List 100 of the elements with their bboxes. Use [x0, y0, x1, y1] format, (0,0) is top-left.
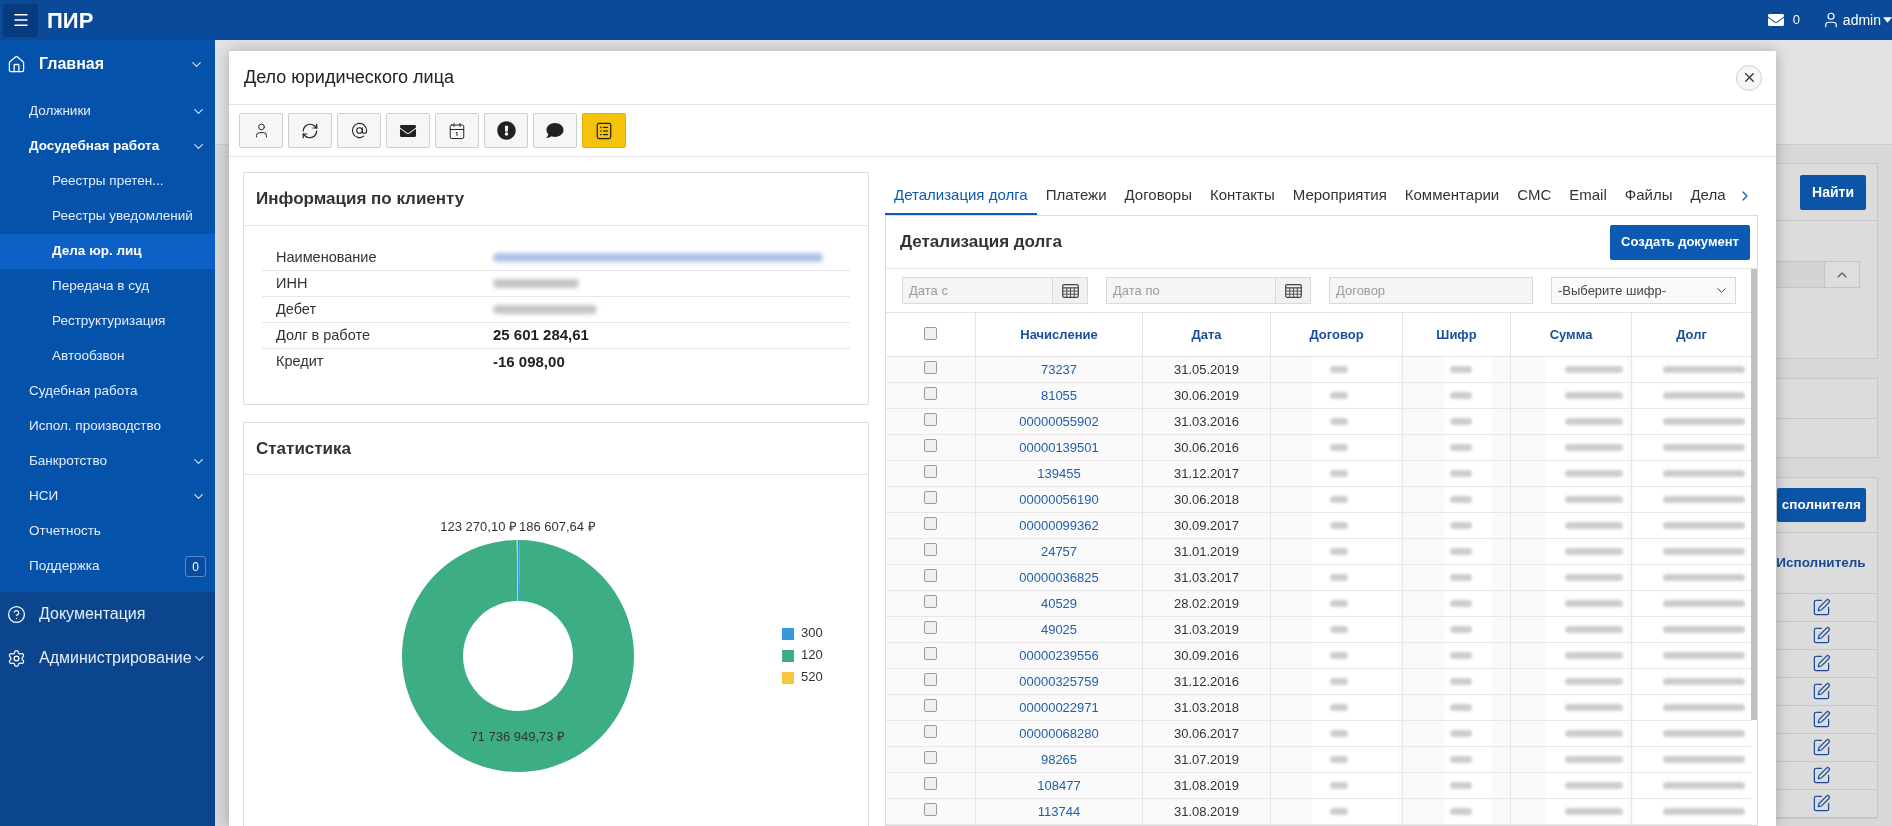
accrual-link[interactable]: 00000056190 [1019, 489, 1099, 510]
accrual-link[interactable]: 113744 [1037, 801, 1081, 822]
checkbox[interactable] [924, 439, 937, 452]
accrual-link[interactable]: 139455 [1037, 463, 1081, 484]
menu-button[interactable] [3, 3, 38, 37]
sidebar-item[interactable]: Должники [0, 94, 215, 129]
tab[interactable]: Мероприятия [1283, 177, 1396, 215]
column-header[interactable]: Договор [1309, 324, 1364, 345]
date-field[interactable]: Дата с [902, 277, 1053, 304]
create-document-button[interactable]: Создать документ [1610, 224, 1750, 260]
checkbox[interactable] [924, 491, 937, 504]
accrual-link[interactable]: 24757 [1040, 541, 1078, 562]
sidebar-item[interactable]: Реструктуризация [0, 304, 215, 339]
accrual-link[interactable]: 00000022971 [1019, 697, 1099, 718]
column-header[interactable]: Долг [1676, 324, 1707, 345]
edit-icon[interactable] [1811, 654, 1831, 673]
sidebar-item[interactable]: Администрирование [0, 636, 215, 680]
user-menu[interactable]: admin [1821, 9, 1892, 31]
column-header[interactable]: Дата [1191, 324, 1222, 345]
toolbar-button[interactable] [484, 113, 528, 148]
calendar-button[interactable] [1053, 277, 1088, 304]
edit-icon[interactable] [1811, 710, 1831, 729]
accrual-link[interactable]: 49025 [1040, 619, 1078, 640]
accrual-link[interactable]: 108477 [1037, 775, 1081, 796]
sidebar-item[interactable]: Банкротство [0, 444, 215, 479]
sidebar-item[interactable]: Главная [0, 40, 215, 88]
checkbox[interactable] [924, 699, 937, 712]
tab[interactable]: Платежи [1036, 177, 1116, 215]
column-header[interactable]: Начисление [1020, 324, 1098, 345]
checkbox[interactable] [924, 803, 937, 816]
sidebar-item[interactable]: Документация [0, 592, 215, 636]
sidebar-item[interactable]: Досудебная работа [0, 129, 215, 164]
tab[interactable]: Договоры [1115, 177, 1201, 215]
date-field[interactable]: Дата по [1106, 277, 1276, 304]
sidebar-item[interactable]: Дела юр. лиц [0, 234, 215, 269]
calendar-button[interactable] [1276, 277, 1311, 304]
edit-icon[interactable] [1811, 766, 1831, 785]
tab[interactable]: Email [1560, 177, 1616, 215]
accrual-link[interactable]: 73237 [1040, 359, 1078, 380]
close-button[interactable] [1736, 64, 1762, 91]
mail-icon[interactable] [1765, 12, 1786, 28]
accrual-link[interactable]: 00000139501 [1019, 437, 1099, 458]
collapse-button[interactable] [1825, 261, 1860, 288]
checkbox[interactable] [924, 751, 937, 764]
column-header[interactable]: Шифр [1436, 324, 1477, 345]
checkbox[interactable] [924, 673, 937, 686]
toolbar-button[interactable] [386, 113, 430, 148]
accrual-link[interactable]: 00000325759 [1019, 671, 1099, 692]
column-header[interactable]: Сумма [1549, 324, 1593, 345]
checkbox[interactable] [924, 465, 937, 478]
checkbox[interactable] [924, 517, 937, 530]
tab[interactable]: Дела [1681, 177, 1735, 215]
text-field[interactable]: Договор [1329, 277, 1533, 304]
accrual-link[interactable]: 00000239556 [1019, 645, 1099, 666]
dialog-title: Дело юридического лица [244, 66, 454, 89]
checkbox[interactable] [924, 361, 937, 374]
edit-icon[interactable] [1811, 598, 1831, 617]
tab[interactable]: Контакты [1200, 177, 1284, 215]
sidebar-item[interactable]: Автообзвон [0, 339, 215, 374]
edit-icon[interactable] [1811, 626, 1831, 645]
sidebar-item[interactable]: Реестры уведомлений [0, 199, 215, 234]
accrual-link[interactable]: 81055 [1040, 385, 1078, 406]
sidebar-item[interactable]: Реестры претен... [0, 164, 215, 199]
toolbar-button[interactable] [533, 113, 577, 148]
accrual-link[interactable]: 00000099362 [1019, 515, 1099, 536]
checkbox[interactable] [924, 413, 937, 426]
sidebar-item[interactable]: Поддержка 0 [0, 549, 215, 584]
edit-icon[interactable] [1811, 794, 1831, 813]
tab[interactable]: Комментарии [1395, 177, 1509, 215]
scrollbar[interactable] [1751, 269, 1757, 720]
accrual-link[interactable]: 00000036825 [1019, 567, 1099, 588]
toolbar-button[interactable] [435, 113, 479, 148]
sidebar-item[interactable]: Испол. производство [0, 409, 215, 444]
accrual-link[interactable]: 00000055902 [1019, 411, 1099, 432]
sidebar-item[interactable]: НСИ [0, 479, 215, 514]
tab[interactable]: Файлы [1615, 177, 1682, 215]
checkbox[interactable] [924, 387, 937, 400]
edit-icon[interactable] [1811, 738, 1831, 757]
accrual-link[interactable]: 40529 [1040, 593, 1078, 614]
toolbar-button[interactable] [337, 113, 381, 148]
select-field[interactable]: -Выберите шифр- [1551, 277, 1736, 304]
checkbox[interactable] [924, 569, 937, 582]
accrual-link[interactable]: 98265 [1040, 749, 1078, 770]
sidebar-item[interactable]: Судебная работа [0, 374, 215, 409]
sidebar-item[interactable]: Отчетность [0, 514, 215, 549]
checkbox[interactable] [924, 725, 937, 738]
toolbar-button[interactable] [288, 113, 332, 148]
search-button[interactable]: Найти [1800, 174, 1866, 210]
checkbox[interactable] [924, 543, 937, 556]
checkbox[interactable] [924, 621, 937, 634]
toolbar-button[interactable] [582, 113, 626, 148]
tab[interactable]: СМС [1508, 177, 1561, 215]
checkbox[interactable] [924, 595, 937, 608]
assign-button[interactable]: сполнителя [1776, 488, 1866, 522]
sidebar-item[interactable]: Передача в суд [0, 269, 215, 304]
edit-icon[interactable] [1811, 682, 1831, 701]
checkbox[interactable] [924, 327, 937, 340]
checkbox[interactable] [924, 647, 937, 660]
accrual-link[interactable]: 00000068280 [1019, 723, 1099, 744]
checkbox[interactable] [924, 777, 937, 790]
